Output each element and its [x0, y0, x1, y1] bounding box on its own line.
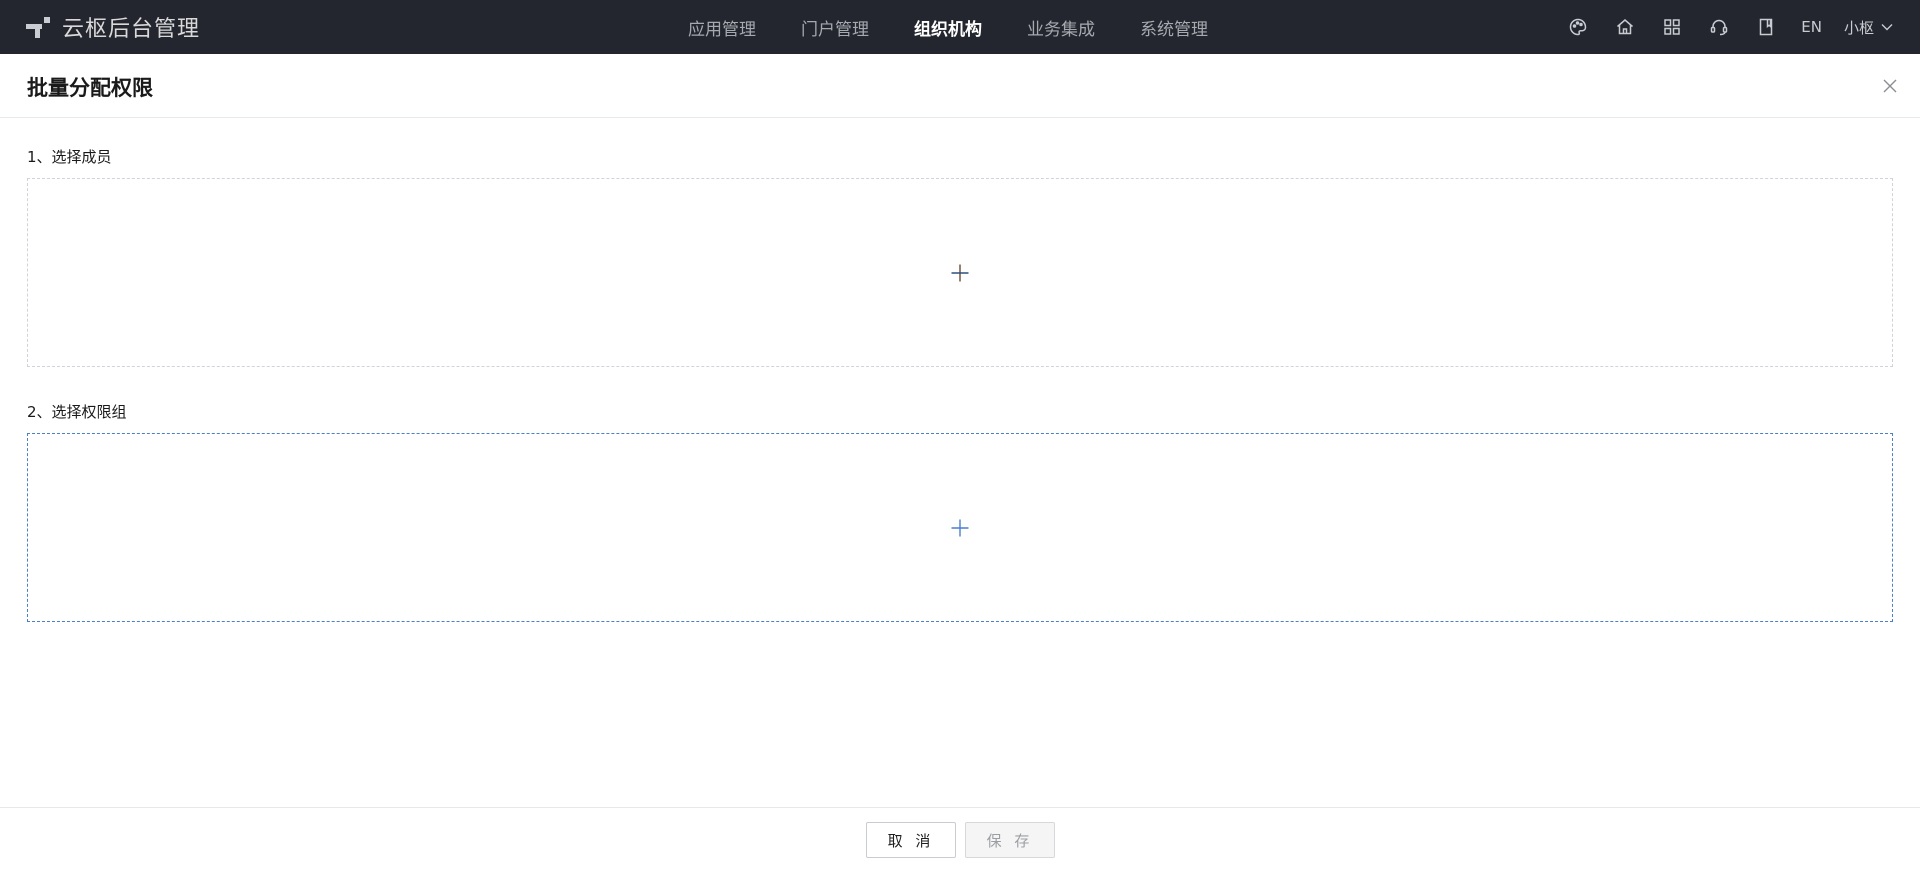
section-label-select-members: 1、选择成员 — [27, 148, 112, 166]
nav-item-app-management[interactable]: 应用管理 — [688, 15, 756, 40]
yunshu-logo-icon — [26, 15, 50, 39]
home-icon[interactable] — [1613, 15, 1637, 39]
app-title: 云枢后台管理 — [62, 17, 201, 42]
dialog-footer: 取 消 保 存 — [0, 807, 1920, 870]
select-members-dropzone[interactable] — [27, 178, 1893, 367]
nav-item-organization[interactable]: 组织机构 — [914, 15, 982, 40]
nav-item-portal-management[interactable]: 门户管理 — [801, 15, 869, 40]
user-name: 小枢 — [1843, 18, 1874, 37]
section-label-select-permission-groups: 2、选择权限组 — [27, 403, 127, 421]
palette-icon[interactable] — [1566, 15, 1590, 39]
select-permission-groups-dropzone[interactable] — [27, 433, 1893, 622]
add-permission-groups-plus-icon — [951, 519, 969, 536]
cancel-button[interactable]: 取 消 — [866, 822, 956, 858]
close-icon[interactable] — [1880, 76, 1900, 96]
dialog-title: 批量分配权限 — [27, 76, 153, 100]
apps-grid-icon[interactable] — [1660, 15, 1684, 39]
main-nav: 应用管理 门户管理 组织机构 业务集成 系统管理 — [688, 0, 1253, 54]
dialog-header: 批量分配权限 — [0, 54, 1920, 118]
brand[interactable]: 云枢后台管理 — [26, 0, 200, 54]
language-switch[interactable]: EN — [1801, 18, 1822, 36]
add-members-plus-icon — [951, 264, 969, 281]
top-navigation-bar: 云枢后台管理 应用管理 门户管理 组织机构 业务集成 系统管理 EN 小枢 — [0, 0, 1920, 54]
nav-item-system-management[interactable]: 系统管理 — [1140, 15, 1208, 40]
book-icon[interactable] — [1754, 15, 1778, 39]
headset-icon[interactable] — [1707, 15, 1731, 39]
save-button[interactable]: 保 存 — [965, 822, 1055, 858]
chevron-down-icon — [1881, 24, 1893, 31]
top-toolbar: EN 小枢 — [1543, 0, 1894, 54]
nav-item-business-integration[interactable]: 业务集成 — [1027, 15, 1095, 40]
user-menu[interactable]: 小枢 — [1844, 17, 1894, 38]
